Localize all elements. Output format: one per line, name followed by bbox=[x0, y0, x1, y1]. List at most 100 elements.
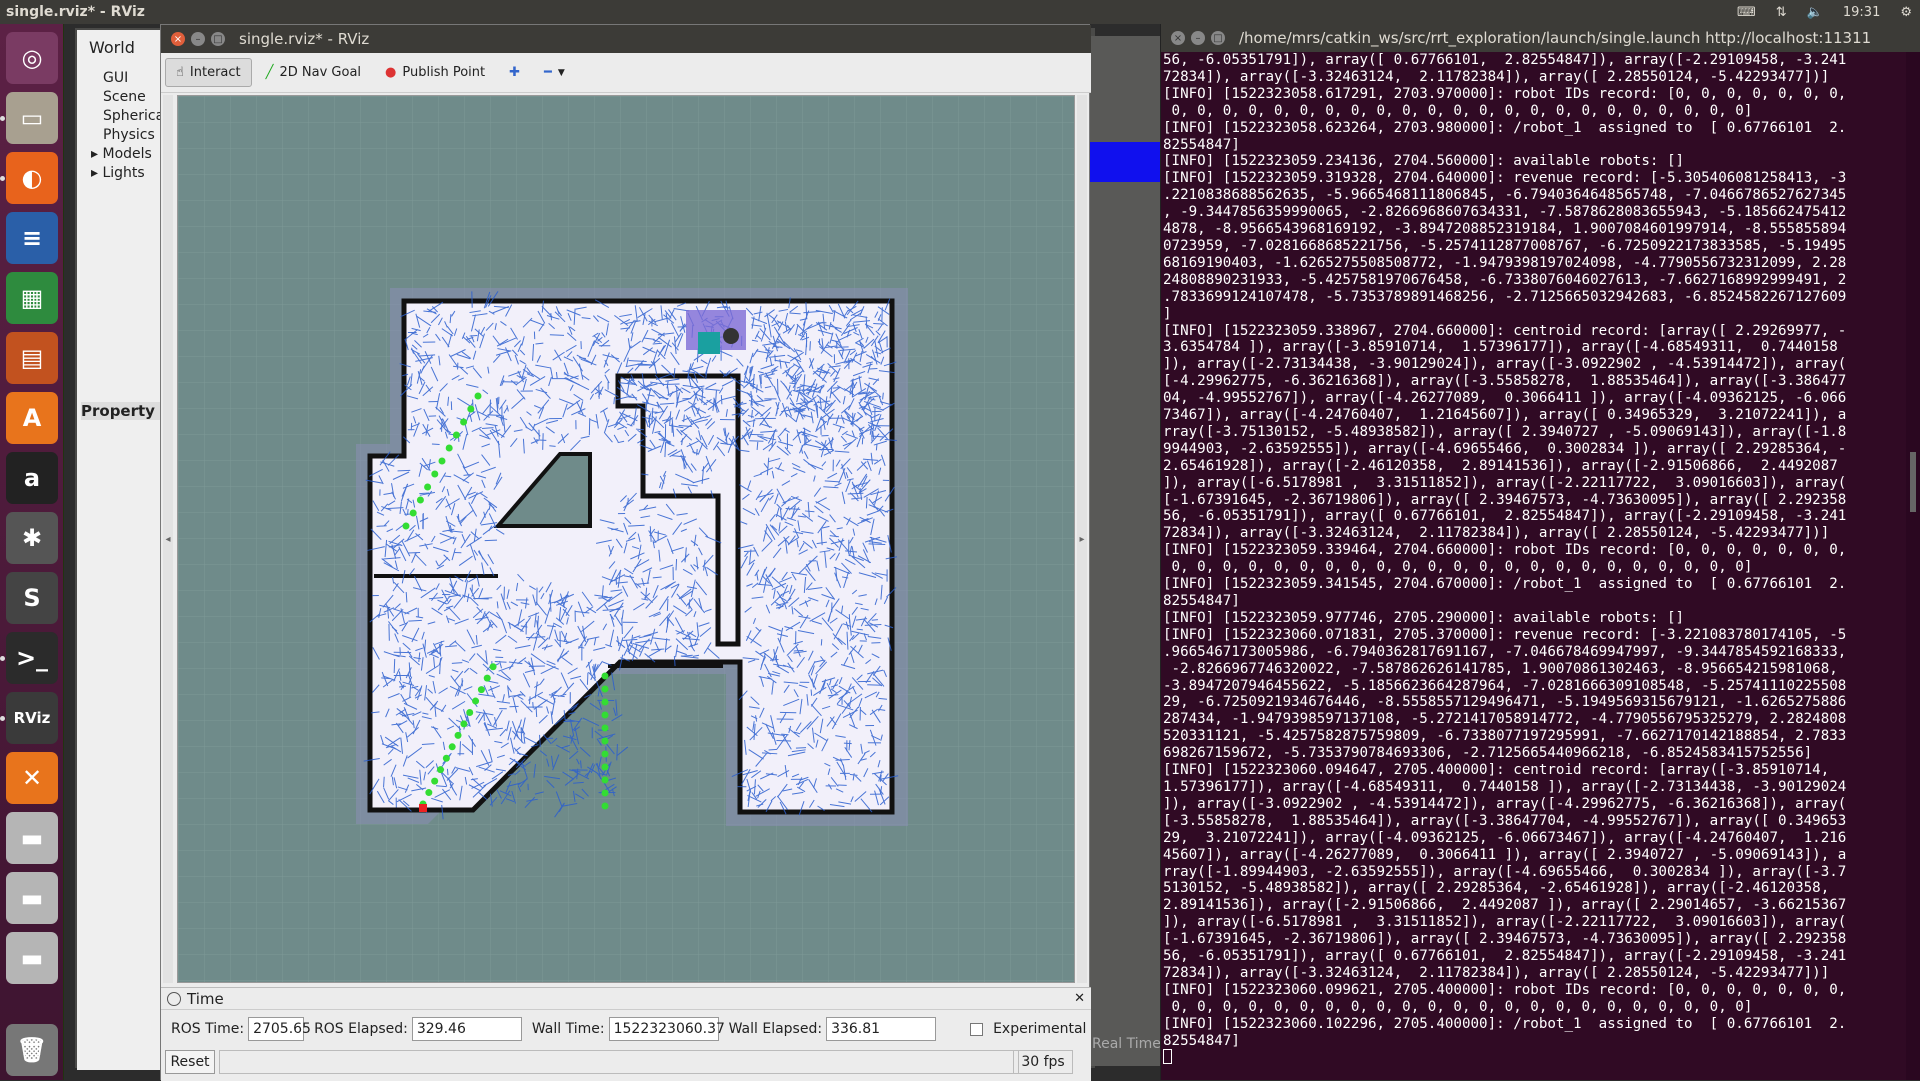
ros-elapsed-field[interactable]: 329.46 bbox=[412, 1017, 522, 1041]
interact-button[interactable]: ☝ Interact bbox=[165, 58, 252, 87]
right-collapse-handle[interactable]: ▸ bbox=[1077, 95, 1087, 983]
dropdown-arrow-icon: ▼ bbox=[558, 68, 565, 78]
ros-elapsed-label: ROS Elapsed: bbox=[314, 1021, 408, 1037]
rviz-icon[interactable]: RViz bbox=[6, 692, 58, 744]
software-center-icon[interactable]: A bbox=[6, 392, 58, 444]
app-orange-icon[interactable]: ✕ bbox=[6, 752, 58, 804]
ros-time-label: ROS Time: bbox=[171, 1021, 244, 1037]
terminal-line: rray([-1.89944903, -2.63592555]), array(… bbox=[1163, 864, 1903, 881]
add-tool-button[interactable]: ✚ bbox=[499, 59, 530, 86]
terminal-line: [-3.55858278, 1.88535464]), array([-3.38… bbox=[1163, 813, 1903, 830]
publish-point-button[interactable]: ● Publish Point bbox=[375, 59, 495, 86]
publish-point-label: Publish Point bbox=[402, 65, 485, 80]
terminal-line: 0, 0, 0, 0, 0, 0, 0, 0, 0, 0, 0, 0, 0, 0… bbox=[1163, 559, 1903, 576]
frontier-point bbox=[602, 751, 609, 758]
tree-edge bbox=[674, 656, 675, 666]
frontier-point bbox=[466, 709, 473, 716]
files-icon[interactable]: ▭ bbox=[6, 92, 58, 144]
drive-icon-2[interactable]: ▬ bbox=[6, 872, 58, 924]
interact-label: Interact bbox=[190, 65, 241, 80]
left-collapse-handle[interactable]: ◂ bbox=[163, 95, 173, 983]
goal-marker bbox=[419, 804, 427, 812]
tree-item-physics[interactable]: Physics bbox=[103, 127, 155, 143]
drive-icon-1[interactable]: ▬ bbox=[6, 812, 58, 864]
maximize-icon[interactable]: □ bbox=[1211, 31, 1225, 45]
terminal-scrollbar[interactable] bbox=[1906, 52, 1920, 1080]
power-gear-icon[interactable]: ⚙ bbox=[1900, 5, 1912, 20]
tree-edge bbox=[866, 497, 867, 508]
terminal-line: 82554847] bbox=[1163, 1033, 1903, 1050]
maximize-icon[interactable]: □ bbox=[211, 32, 225, 46]
terminal-line: 287434, -1.9479398597137108, -5.27214170… bbox=[1163, 711, 1903, 728]
tree-item-spherical[interactable]: Spherica bbox=[103, 108, 164, 124]
rviz-titlebar[interactable]: × – □ single.rviz* - RViz bbox=[161, 25, 1091, 53]
3d-viewport[interactable] bbox=[177, 95, 1075, 983]
remove-tool-button[interactable]: ━ ▼ bbox=[534, 59, 575, 86]
frontier-point bbox=[455, 732, 462, 739]
rviz-toolbar: ☝ Interact ╱ 2D Nav Goal ● Publish Point… bbox=[161, 53, 1091, 93]
tree-item-scene[interactable]: Scene bbox=[103, 89, 146, 105]
volume-icon[interactable]: 🔈 bbox=[1807, 5, 1823, 20]
minimize-icon[interactable]: – bbox=[1191, 31, 1205, 45]
drive-icon-3[interactable]: ▬ bbox=[6, 932, 58, 984]
close-icon[interactable]: × bbox=[171, 32, 185, 46]
terminal-line: [INFO] [1522323060.094647, 2705.400000]:… bbox=[1163, 762, 1903, 779]
clock[interactable]: 19:31 bbox=[1843, 5, 1880, 20]
frontier-point bbox=[467, 406, 474, 413]
network-icon[interactable]: ⇅ bbox=[1776, 5, 1787, 20]
robot-marker bbox=[686, 310, 746, 354]
terminal-line: 9944903, -2.63592555]), array([-4.696554… bbox=[1163, 441, 1903, 458]
green-arrow-icon: ╱ bbox=[266, 65, 274, 80]
amazon-icon[interactable]: a bbox=[6, 452, 58, 504]
terminal-icon[interactable]: >_ bbox=[6, 632, 58, 684]
experimental-checkbox[interactable] bbox=[970, 1023, 983, 1036]
ubuntu-dash-icon[interactable]: ◎ bbox=[6, 32, 58, 84]
calc-icon[interactable]: ▦ bbox=[6, 272, 58, 324]
frontier-point bbox=[443, 755, 450, 762]
tree-edge bbox=[676, 559, 677, 570]
close-panel-icon[interactable]: ✕ bbox=[1074, 991, 1085, 1006]
frontier-point bbox=[484, 675, 491, 682]
keyboard-icon[interactable]: ⌨ bbox=[1737, 5, 1756, 20]
rviz-window: × – □ single.rviz* - RViz ☝ Interact ╱ 2… bbox=[160, 24, 1090, 1080]
frontier-point bbox=[460, 419, 467, 426]
frontier-point bbox=[602, 738, 609, 745]
frontier-point bbox=[449, 743, 456, 750]
terminal-output[interactable]: 56, -6.05351791]), array([ 0.67766101, 2… bbox=[1163, 52, 1903, 1080]
terminal-line: [INFO] [1522323060.071831, 2705.370000]:… bbox=[1163, 627, 1903, 644]
nav-goal-button[interactable]: ╱ 2D Nav Goal bbox=[256, 59, 371, 86]
terminal-line: [INFO] [1522323060.102296, 2705.400000]:… bbox=[1163, 1016, 1903, 1033]
frontier-point bbox=[437, 766, 444, 773]
background-viewport bbox=[1090, 36, 1160, 1066]
tree-item-gui[interactable]: GUI bbox=[103, 70, 128, 86]
wall-time-field[interactable]: 1522323060.37 bbox=[609, 1017, 719, 1041]
map-render bbox=[178, 96, 1075, 983]
trash-icon[interactable]: 🗑 bbox=[6, 1024, 58, 1076]
frontier-point bbox=[602, 725, 609, 732]
firefox-icon[interactable]: ◐ bbox=[6, 152, 58, 204]
ros-time-field[interactable]: 2705.65 bbox=[248, 1017, 304, 1041]
terminal-line: [INFO] [1522323059.338967, 2704.660000]:… bbox=[1163, 323, 1903, 340]
terminal-titlebar[interactable]: × – □ /home/mrs/catkin_ws/src/rrt_explor… bbox=[1161, 24, 1920, 52]
minimize-icon[interactable]: – bbox=[191, 32, 205, 46]
terminal-line: 24808890231933, -5.4257581970676458, -6.… bbox=[1163, 272, 1903, 289]
settings-icon[interactable]: ✱ bbox=[6, 512, 58, 564]
reset-button[interactable]: Reset bbox=[165, 1050, 215, 1074]
minus-icon: ━ bbox=[544, 65, 552, 80]
close-icon[interactable]: × bbox=[1171, 31, 1185, 45]
impress-icon[interactable]: ▤ bbox=[6, 332, 58, 384]
sublime-icon[interactable]: S bbox=[6, 572, 58, 624]
tree-edge bbox=[377, 526, 387, 527]
terminal-line: 0, 0, 0, 0, 0, 0, 0, 0, 0, 0, 0, 0, 0, 0… bbox=[1163, 999, 1903, 1016]
expand-arrow-icon[interactable]: ▸ bbox=[91, 165, 102, 181]
scrollbar-thumb[interactable] bbox=[1910, 452, 1916, 512]
tree-edge bbox=[869, 544, 886, 545]
tree-item-lights[interactable]: ▸ Lights bbox=[91, 165, 145, 181]
expand-arrow-icon[interactable]: ▸ bbox=[91, 146, 102, 162]
tree-item-models[interactable]: ▸ Models bbox=[91, 146, 152, 162]
frontier-point bbox=[602, 712, 609, 719]
writer-icon[interactable]: ≡ bbox=[6, 212, 58, 264]
wall-elapsed-field[interactable]: 336.81 bbox=[826, 1017, 936, 1041]
world-item[interactable]: World bbox=[89, 38, 135, 57]
terminal-line: .2210838688562635, -5.9665468111806845, … bbox=[1163, 187, 1903, 204]
